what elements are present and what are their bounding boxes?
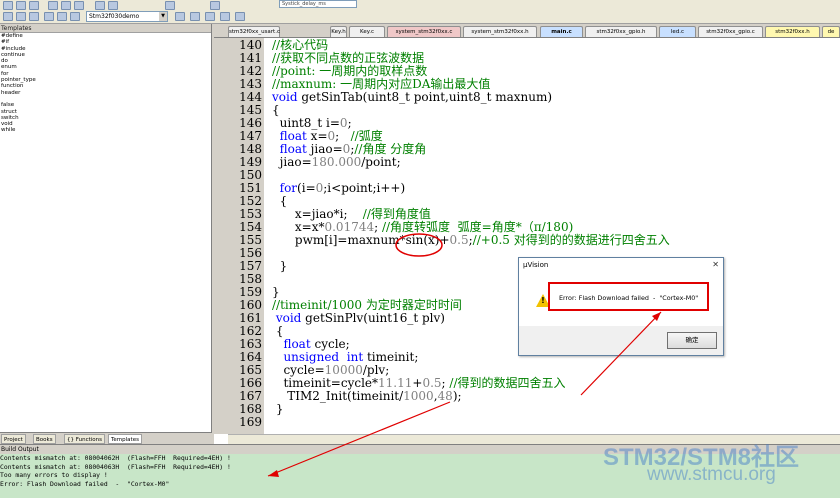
close-icon[interactable]: ✕	[712, 260, 719, 269]
file-tab[interactable]: Key.h	[330, 26, 347, 37]
file-tab-bar: stm32f0xx_usart.c Key.h Key.c system_stm32f…	[214, 24, 840, 38]
target-select[interactable]: Stm32f030demo ▼	[86, 11, 168, 22]
find-icon[interactable]	[210, 1, 220, 10]
warning-mark: !	[541, 296, 545, 305]
batch-build-icon[interactable]	[29, 12, 39, 21]
line-number: 169	[239, 415, 262, 429]
code-line[interactable]: jiao=180.000/point;	[272, 156, 401, 169]
chevron-down-icon[interactable]: ▼	[159, 12, 167, 21]
copy-icon[interactable]	[61, 1, 71, 10]
main-toolbar: Systick_delay_ms Stm32f030demo ▼	[0, 0, 840, 24]
code-line[interactable]: }	[272, 260, 288, 273]
find-dropdown[interactable]: Systick_delay_ms	[279, 0, 357, 8]
file-tab[interactable]: led.c	[659, 26, 696, 37]
file-tab[interactable]: system_stm32f0xx.c	[387, 26, 461, 37]
file-tab[interactable]: system_stm32f0xx.h	[463, 26, 537, 37]
file-tab[interactable]: stm32f0xx.h	[765, 26, 820, 37]
code-line[interactable]: }	[272, 403, 284, 416]
new-file-icon[interactable]	[3, 1, 13, 10]
tab-books[interactable]: Books	[33, 434, 56, 444]
file-tab[interactable]: Key.c	[349, 26, 385, 37]
ok-button[interactable]: 确定	[667, 332, 717, 349]
manage-books-icon[interactable]	[205, 12, 215, 21]
save-icon[interactable]	[29, 1, 39, 10]
code-line[interactable]: TIM2_Init(timeinit/1000,48);	[272, 390, 461, 403]
download-icon[interactable]	[44, 12, 54, 21]
panel-tabs: Project Books {} Functions Templates	[0, 432, 212, 444]
code-line[interactable]: for(i=0;i<point;i++)	[272, 182, 406, 195]
target-select-value: Stm32f030demo	[89, 13, 140, 20]
file-tab[interactable]: main.c	[540, 26, 583, 37]
bookmark-icon[interactable]	[165, 1, 175, 10]
tab-project[interactable]: Project	[1, 434, 26, 444]
tab-functions[interactable]: {} Functions	[64, 434, 106, 444]
file-tab[interactable]: stm32f0xx_gpio.h	[585, 26, 657, 37]
pack-installer-icon[interactable]	[235, 12, 245, 21]
template-item[interactable]: while	[0, 127, 211, 133]
run-environment-icon[interactable]	[220, 12, 230, 21]
tab-templates[interactable]: Templates	[108, 434, 142, 444]
file-tab[interactable]: stm32f0xx_gpio.c	[698, 26, 763, 37]
manage-components-icon[interactable]	[190, 12, 200, 21]
code-line[interactable]: pwm[i]=maxnum*sin(x)+0.5;//+0.5 对得到的的数据进…	[272, 234, 670, 247]
panel-title: Templates	[0, 24, 211, 33]
dialog-title: µVision	[519, 258, 723, 272]
open-file-icon[interactable]	[16, 1, 26, 10]
templates-panel: Templates #define #if #include continue do en…	[0, 24, 212, 432]
code-line[interactable]: void getSinPlv(uint16_t plv)	[272, 312, 445, 325]
build-icon[interactable]	[3, 12, 13, 21]
target-options-icon[interactable]	[175, 12, 185, 21]
stop-build-icon[interactable]	[57, 12, 67, 21]
load-icon[interactable]	[70, 12, 80, 21]
templates-list: #define #if #include continue do enum for point…	[0, 33, 211, 134]
paste-icon[interactable]	[74, 1, 84, 10]
watermark-url: www.stmcu.org	[647, 464, 776, 485]
code-line[interactable]: void getSinTab(uint8_t point,uint8_t max…	[272, 91, 552, 104]
file-tab[interactable]: de	[822, 26, 840, 37]
dialog-message: Error: Flash Download failed - "Cortex-M…	[559, 294, 699, 302]
rebuild-icon[interactable]	[16, 12, 26, 21]
cut-icon[interactable]	[48, 1, 58, 10]
redo-icon[interactable]	[108, 1, 118, 10]
error-dialog: µVision ✕ ! Error: Flash Download failed…	[518, 257, 724, 356]
undo-icon[interactable]	[95, 1, 105, 10]
dialog-body: ! Error: Flash Download failed - "Cortex…	[519, 272, 723, 326]
file-tab[interactable]: stm32f0xx_usart.c	[228, 26, 280, 37]
